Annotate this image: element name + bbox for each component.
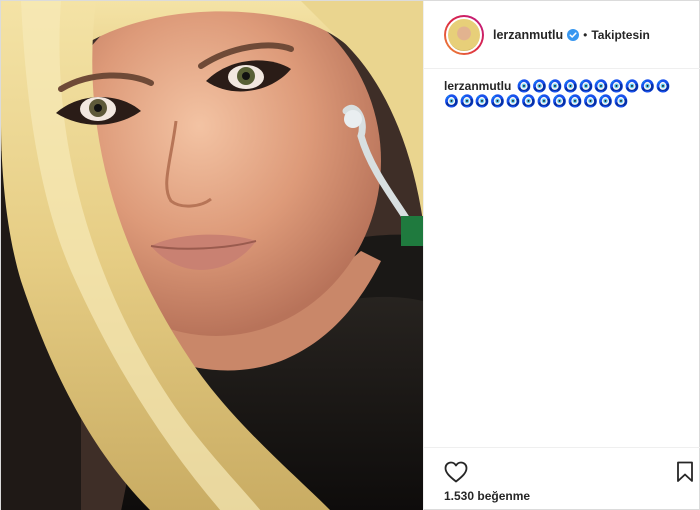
instagram-post: lerzanmutlu • Takiptesin lerzanmutlu 🧿🧿🧿… — [0, 0, 700, 510]
caption-username-link[interactable]: lerzanmutlu — [444, 79, 511, 93]
separator-dot: • — [583, 27, 588, 42]
verified-badge-icon — [567, 28, 580, 41]
post-actions: 1.530 beğenme — [424, 447, 700, 510]
avatar-story-ring[interactable] — [444, 14, 484, 55]
avatar[interactable] — [446, 16, 482, 53]
follow-status-button[interactable]: Takiptesin — [591, 28, 649, 42]
portrait-illustration — [1, 1, 423, 510]
username-link[interactable]: lerzanmutlu — [493, 28, 563, 42]
bookmark-outline-icon[interactable] — [676, 461, 694, 483]
likes-count[interactable]: 1.530 beğenme — [444, 489, 530, 503]
post-caption: lerzanmutlu 🧿🧿🧿🧿🧿🧿🧿🧿🧿🧿🧿🧿🧿🧿🧿🧿🧿🧿🧿🧿🧿🧿 — [444, 79, 684, 109]
post-photo[interactable] — [1, 1, 423, 510]
heart-outline-icon[interactable] — [444, 461, 468, 483]
post-header: lerzanmutlu • Takiptesin — [424, 1, 700, 69]
post-side-panel: lerzanmutlu • Takiptesin lerzanmutlu 🧿🧿🧿… — [423, 1, 700, 510]
